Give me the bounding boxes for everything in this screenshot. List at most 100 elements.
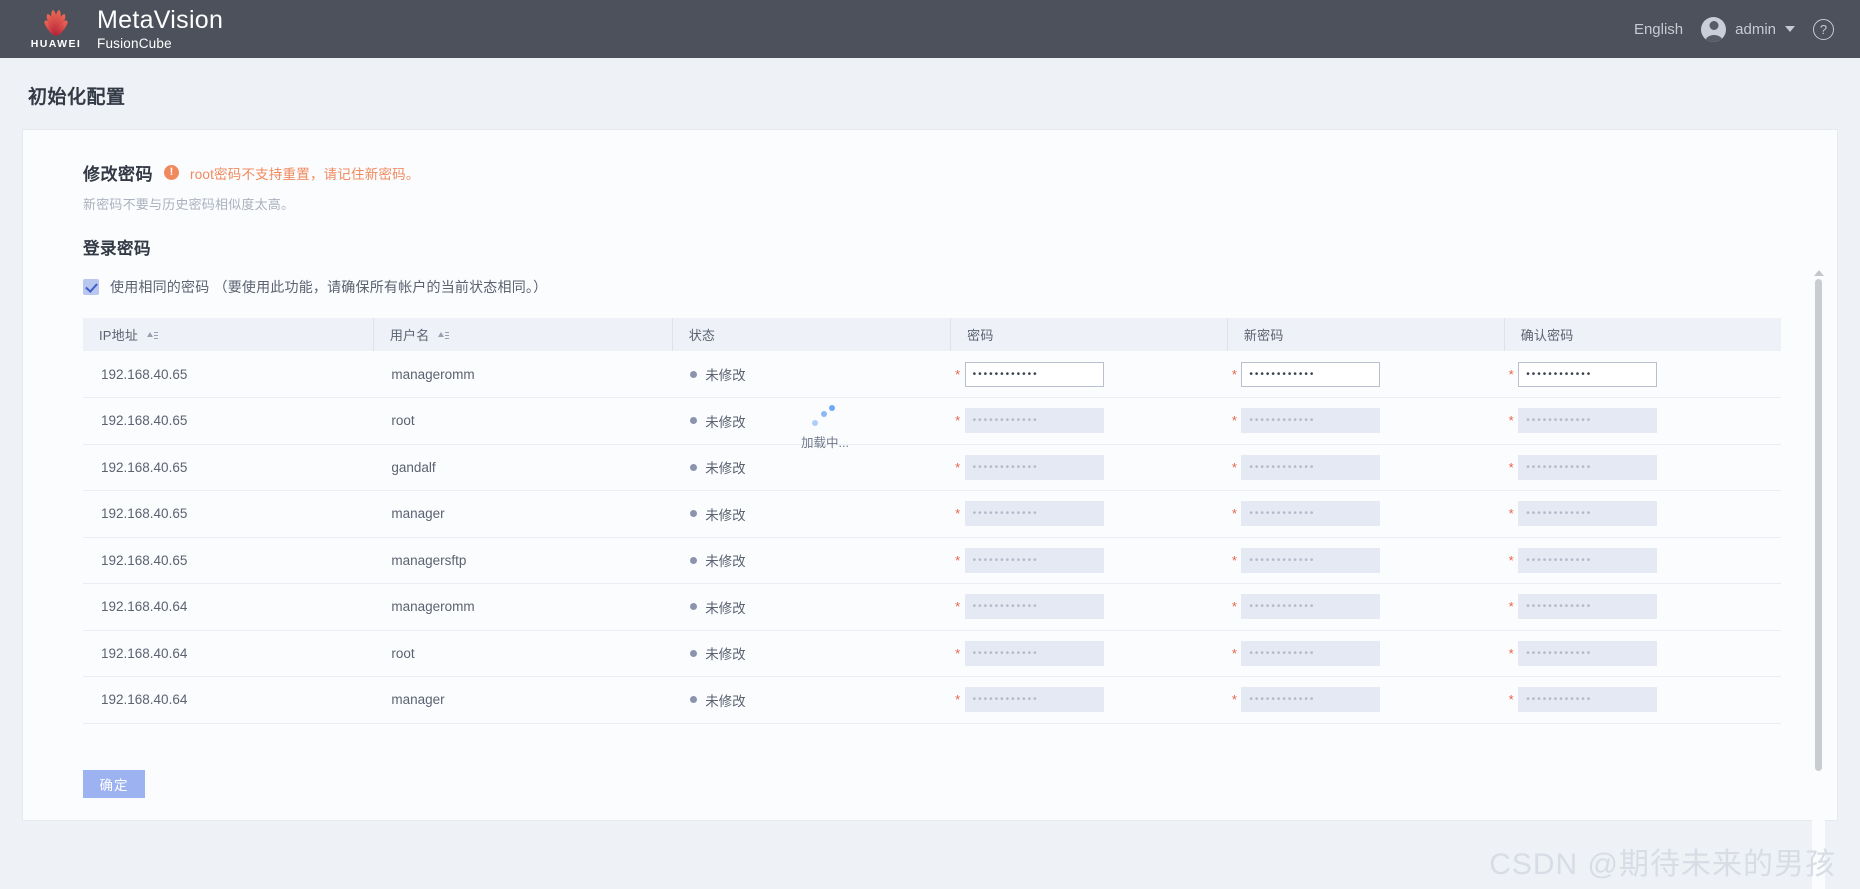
status-label: 未修改 [705,461,746,477]
column-label: 确认密码 [1520,328,1574,343]
confirm-password-input[interactable]: •••••••••••• [1518,361,1658,387]
vertical-scrollbar[interactable] [1812,270,1825,889]
status-label: 未修改 [705,507,746,523]
new-password-input: •••••••••••• [1241,594,1381,620]
cell-new-password: * •••••••••••• [1227,490,1505,538]
new-password-input: •••••••••••• [1241,408,1381,434]
required-marker: * [1508,692,1514,708]
confirm-password-input: •••••••••••• [1518,501,1658,527]
required-marker: * [1508,645,1514,661]
same-password-option-row: 使用相同的密码 （要使用此功能，请确保所有帐户的当前状态相同。） [23,259,1837,297]
status-label: 未修改 [705,414,746,430]
cell-username: gandalf [373,444,673,491]
status-dot-icon [690,696,698,704]
brand-logo: HUAWEI MetaVision FusionCube [28,6,224,51]
cell-ip: 192.168.40.65 [83,444,374,491]
column-header-password: 密码 [950,318,1228,351]
table-body: 192.168.40.65 manageromm 未修改 * •••••••••••• *… [83,351,1781,724]
required-marker: * [1231,506,1237,522]
required-marker: * [955,645,961,661]
huawei-logo-icon: HUAWEI [28,9,84,50]
column-header-ip[interactable]: IP地址 [83,318,374,351]
cell-new-password: * •••••••••••• [1227,630,1505,677]
form-actions: 确定 [83,770,145,798]
required-marker: * [1231,692,1237,708]
table-header-row: IP地址 用户名 状态 密码 新密码 确认密码 [83,318,1781,351]
cell-status: 未修改 [672,630,951,677]
status-label: 未修改 [705,647,746,663]
required-marker: * [955,366,961,382]
huawei-petals-icon [30,9,82,37]
column-label: 状态 [688,328,716,343]
user-name-label: admin [1735,20,1776,38]
product-name: MetaVision [97,6,224,35]
required-marker: * [1508,506,1514,522]
status-dot-icon [690,417,698,425]
avatar-icon [1701,16,1727,42]
column-label: 新密码 [1243,328,1284,343]
required-marker: * [1508,599,1514,615]
confirm-button[interactable]: 确定 [83,770,145,798]
password-input: •••••••••••• [964,454,1104,480]
column-label: 密码 [967,328,994,343]
cell-status: 未修改 [672,537,951,584]
cell-confirm-password: * •••••••••••• [1504,537,1781,584]
sort-icon[interactable] [438,331,450,341]
new-password-input: •••••••••••• [1241,547,1381,573]
required-marker: * [1231,366,1237,382]
required-marker: * [955,552,961,568]
column-header-username[interactable]: 用户名 [373,318,673,351]
cell-ip: 192.168.40.65 [83,490,374,538]
cell-status: 未修改 [672,397,951,445]
password-input: •••••••••••• [964,408,1104,434]
watermark: CSDN @期待未来的男孩 [1489,848,1836,881]
cell-username: root [373,397,673,445]
section-header: 修改密码 ! root密码不支持重置，请记住新密码。 [23,160,1837,185]
cell-status: 未修改 [672,676,951,724]
status-dot-icon [690,510,698,518]
status-label: 未修改 [705,600,746,616]
cell-username: manager [373,676,673,724]
column-label: 用户名 [389,328,430,343]
help-icon[interactable]: ? [1813,18,1834,40]
cell-confirm-password: * •••••••••••• [1504,351,1781,398]
cell-status: 未修改 [672,490,951,538]
cell-new-password: * •••••••••••• [1227,444,1505,491]
cell-password: * •••••••••••• [950,676,1228,724]
password-input: •••••••••••• [964,687,1104,713]
confirm-password-input: •••••••••••• [1518,640,1658,666]
scrollbar-track[interactable] [1812,276,1825,889]
cell-username: manageromm [373,351,673,398]
confirm-password-input: •••••••••••• [1518,687,1658,713]
cell-password: * •••••••••••• [950,351,1228,398]
confirm-password-input: •••••••••••• [1518,547,1658,573]
new-password-input[interactable]: •••••••••••• [1241,361,1381,387]
cell-confirm-password: * •••••••••••• [1504,397,1781,445]
language-selector[interactable]: English [1634,21,1683,38]
chevron-down-icon [1785,26,1795,32]
page-title: 初始化配置 [28,87,126,108]
cell-confirm-password: * •••••••••••• [1504,444,1781,491]
table-row: 192.168.40.65 managersftp 未修改 * ••••••••••••… [83,537,1781,584]
sort-icon[interactable] [146,331,158,341]
cell-ip: 192.168.40.65 [83,351,374,398]
cell-ip: 192.168.40.64 [83,630,374,677]
required-marker: * [1231,413,1237,429]
product-subname: FusionCube [97,35,172,51]
cell-username: managersftp [373,537,673,584]
cell-password: * •••••••••••• [950,444,1228,491]
user-menu[interactable]: admin [1701,16,1795,42]
status-label: 未修改 [705,693,746,709]
table-row: 192.168.40.65 manageromm 未修改 * •••••••••••• *… [83,351,1781,398]
same-password-label: 使用相同的密码 （要使用此功能，请确保所有帐户的当前状态相同。） [110,279,548,295]
status-label: 未修改 [705,368,746,383]
scrollbar-thumb[interactable] [1815,279,1822,771]
cell-new-password: * •••••••••••• [1227,676,1505,724]
password-input: •••••••••••• [964,640,1104,666]
password-input[interactable]: •••••••••••• [964,361,1104,387]
cell-password: * •••••••••••• [950,537,1228,584]
column-label: IP地址 [99,328,139,343]
same-password-checkbox[interactable] [83,279,99,295]
password-input: •••••••••••• [964,547,1104,573]
section-subtitle: 新密码不要与历史密码相似度太高。 [83,197,295,212]
